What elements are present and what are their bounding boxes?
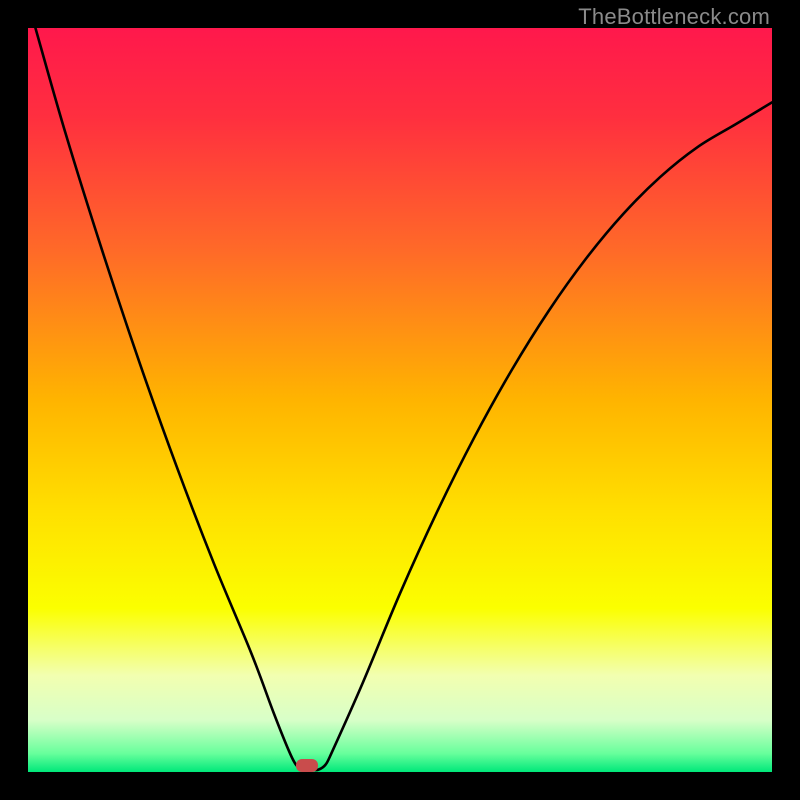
gradient-background: [28, 28, 772, 772]
bottleneck-chart: [28, 28, 772, 772]
chart-frame: TheBottleneck.com: [0, 0, 800, 800]
watermark-text: TheBottleneck.com: [578, 4, 770, 30]
optimal-point-marker: [296, 759, 318, 772]
